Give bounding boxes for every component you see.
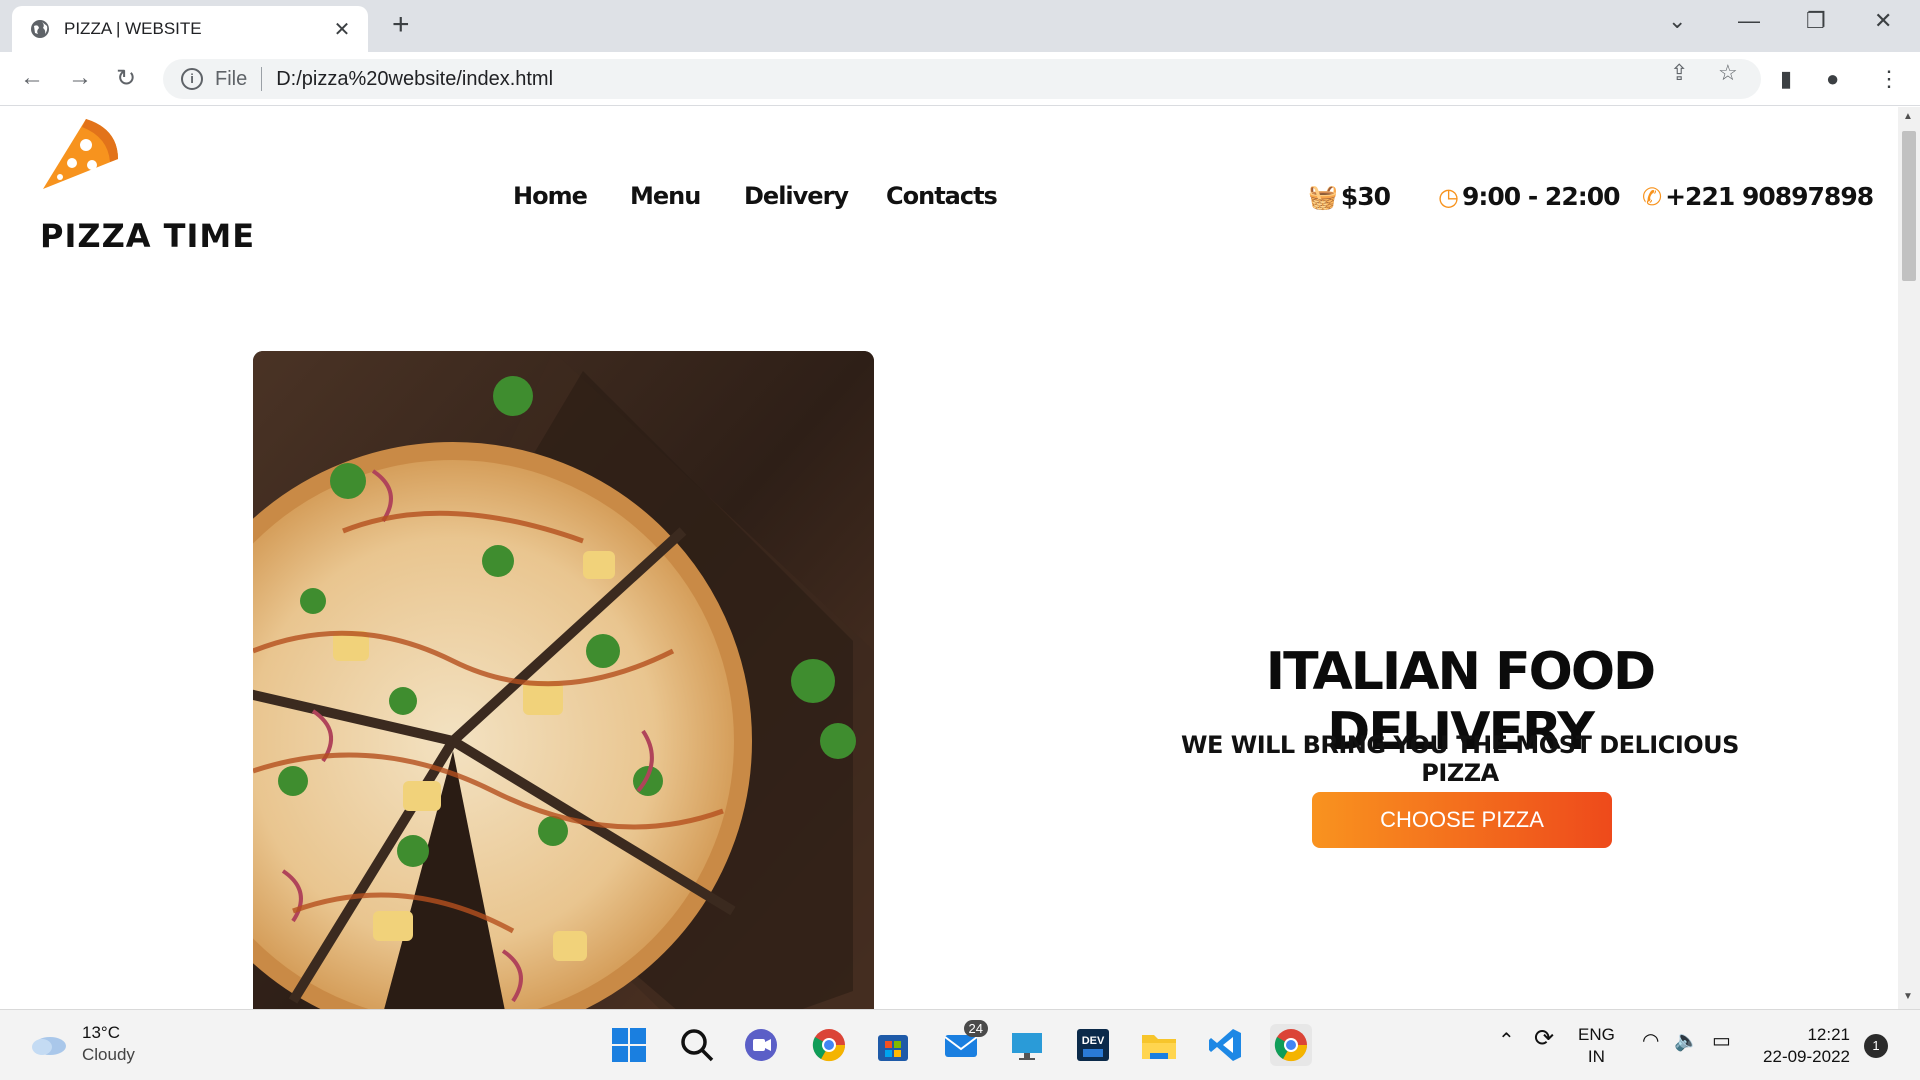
- browser-tab-strip: PIZZA | WEBSITE ✕ + ⌄ — ❐ ✕: [0, 0, 1920, 52]
- hero-subtitle: WE WILL BRING YOU THE MOST DELICIOUS PIZ…: [1181, 731, 1739, 787]
- minimize-icon[interactable]: —: [1738, 8, 1760, 34]
- lang-bottom: IN: [1587, 1047, 1605, 1066]
- notification-badge[interactable]: 1: [1864, 1034, 1888, 1058]
- chevron-up-icon[interactable]: ⌃: [1498, 1030, 1515, 1052]
- window-close-icon[interactable]: ✕: [1874, 8, 1892, 34]
- web-page: PIZZA TIME Home Menu Delivery Contacts 🧺…: [0, 107, 1898, 1009]
- mail-icon[interactable]: 24: [940, 1020, 988, 1066]
- scroll-down-icon[interactable]: ▼: [1903, 991, 1913, 1002]
- tab-title: PIZZA | WEBSITE: [64, 19, 202, 38]
- dev-icon[interactable]: DEV: [1072, 1024, 1114, 1066]
- browser-toolbar: ← → ↻ i File D:/pizza%20website/index.ht…: [0, 52, 1920, 106]
- share-icon[interactable]: ⇪: [1670, 60, 1688, 86]
- cart-info[interactable]: 🧺 $30: [1308, 182, 1391, 211]
- scroll-thumb[interactable]: [1902, 131, 1916, 281]
- battery-icon[interactable]: ▭: [1712, 1030, 1731, 1052]
- browser-tab[interactable]: PIZZA | WEBSITE ✕: [12, 6, 368, 52]
- scheme-label: File: [215, 67, 248, 90]
- sync-icon[interactable]: ⟳: [1534, 1027, 1554, 1051]
- forward-icon[interactable]: →: [68, 64, 92, 92]
- weather-widget[interactable]: 13°C Cloudy: [28, 1022, 135, 1066]
- nav-contacts[interactable]: Contacts: [886, 182, 998, 210]
- mail-badge: 24: [963, 1020, 988, 1037]
- clock[interactable]: 12:21 22-09-2022: [1760, 1024, 1850, 1068]
- start-icon[interactable]: [608, 1024, 650, 1066]
- windows-taskbar: 13°C Cloudy 24 DEV ⌃ ⟳ ENG IN ◠ 🔈 ▭ 12:2…: [0, 1009, 1920, 1080]
- profile-icon[interactable]: ●: [1826, 66, 1839, 92]
- volume-icon[interactable]: 🔈: [1674, 1030, 1699, 1052]
- teams-icon[interactable]: [740, 1024, 782, 1066]
- page-scrollbar[interactable]: ▲ ▼: [1898, 107, 1920, 1009]
- address-bar[interactable]: i File D:/pizza%20website/index.html: [163, 59, 1761, 99]
- menu-dots-icon[interactable]: ⋮: [1878, 66, 1900, 92]
- restore-icon[interactable]: ❐: [1806, 8, 1826, 34]
- info-icon[interactable]: i: [181, 68, 203, 90]
- phone-icon: ✆: [1642, 182, 1662, 211]
- reload-icon[interactable]: ↻: [116, 64, 136, 93]
- phone-info[interactable]: ✆ +221 90897898: [1642, 182, 1874, 211]
- monitor-icon[interactable]: [1006, 1024, 1048, 1066]
- folder-icon[interactable]: [1138, 1024, 1180, 1066]
- basket-icon: 🧺: [1308, 182, 1338, 211]
- close-tab-icon[interactable]: ✕: [330, 17, 354, 42]
- choose-pizza-button[interactable]: CHOOSE PIZZA: [1312, 792, 1612, 848]
- address-divider: [261, 67, 263, 91]
- clock-time: 12:21: [1807, 1025, 1850, 1044]
- weather-desc: Cloudy: [82, 1045, 135, 1064]
- opening-hours: 9:00 - 22:00: [1461, 182, 1621, 211]
- pizza-logo-icon[interactable]: [38, 117, 128, 197]
- cart-amount: $30: [1340, 182, 1391, 211]
- vscode-icon[interactable]: [1204, 1024, 1246, 1066]
- wifi-icon[interactable]: ◠: [1642, 1030, 1659, 1052]
- tab-search-icon[interactable]: ⌄: [1668, 8, 1686, 34]
- chrome-active-icon[interactable]: [1270, 1024, 1312, 1066]
- lang-top: ENG: [1578, 1025, 1615, 1044]
- phone-number: +221 90897898: [1665, 182, 1874, 211]
- clock-date: 22-09-2022: [1763, 1047, 1850, 1066]
- bookmark-star-icon[interactable]: ☆: [1718, 60, 1738, 86]
- cloud-icon: [32, 1037, 66, 1055]
- nav-home[interactable]: Home: [513, 182, 588, 210]
- globe-icon: [31, 20, 49, 38]
- language-indicator[interactable]: ENG IN: [1578, 1024, 1615, 1068]
- svg-text:DEV: DEV: [1082, 1035, 1105, 1047]
- scroll-up-icon[interactable]: ▲: [1903, 111, 1913, 122]
- side-panel-icon[interactable]: ▮: [1780, 66, 1792, 92]
- url-text[interactable]: D:/pizza%20website/index.html: [276, 68, 553, 91]
- clock-icon: ◷: [1438, 182, 1459, 211]
- search-icon[interactable]: [676, 1024, 718, 1066]
- brand-name[interactable]: PIZZA TIME: [40, 217, 255, 255]
- nav-delivery[interactable]: Delivery: [744, 182, 849, 210]
- hours-info: ◷ 9:00 - 22:00: [1438, 182, 1620, 211]
- store-icon[interactable]: [872, 1024, 914, 1066]
- new-tab-button[interactable]: +: [392, 10, 410, 40]
- chrome-icon[interactable]: [808, 1024, 850, 1066]
- hero-pizza-image: [253, 351, 874, 1009]
- back-icon[interactable]: ←: [20, 64, 44, 92]
- nav-menu[interactable]: Menu: [630, 182, 701, 210]
- weather-temp: 13°C: [82, 1023, 120, 1042]
